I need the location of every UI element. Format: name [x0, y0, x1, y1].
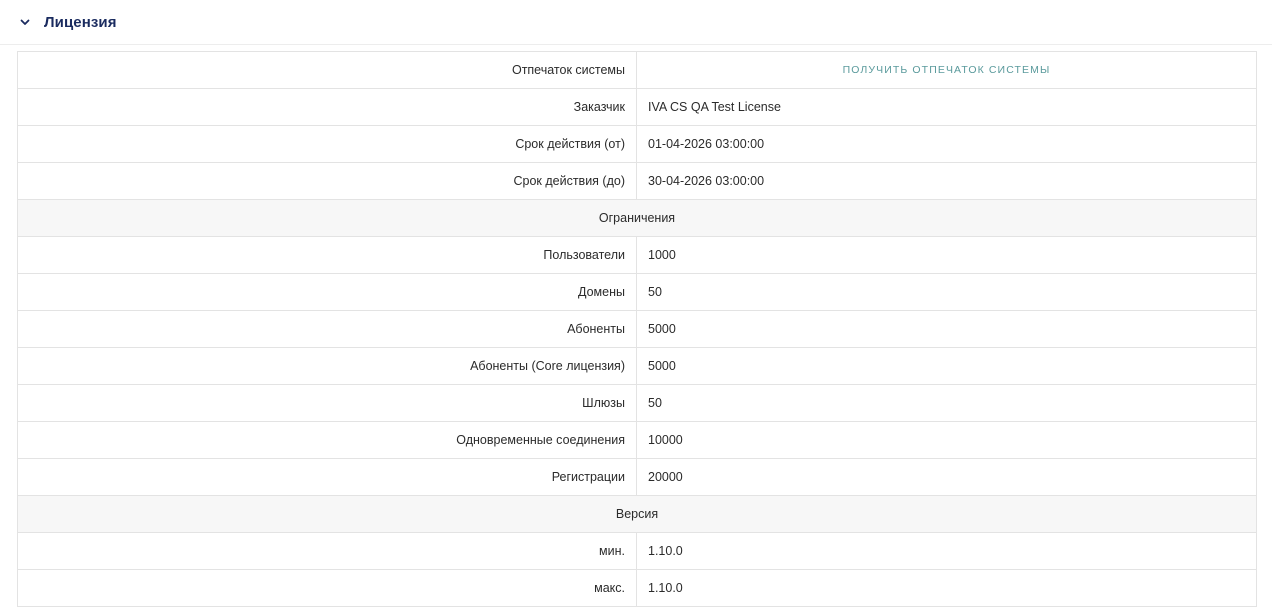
section-heading-limits: Ограничения — [598, 211, 676, 225]
table-row-domains: Домены 50 — [18, 274, 1256, 311]
row-value: IVA CS QA Test License — [648, 100, 781, 114]
row-value: 1.10.0 — [648, 581, 683, 595]
row-value: 50 — [648, 396, 662, 410]
table-row-registrations: Регистрации 20000 — [18, 459, 1256, 496]
table-row-gateways: Шлюзы 50 — [18, 385, 1256, 422]
row-value: 1.10.0 — [648, 544, 683, 558]
section-heading-version: Версия — [615, 507, 659, 521]
row-label: Абоненты — [18, 311, 637, 347]
row-label: Шлюзы — [18, 385, 637, 421]
table-row-customer: Заказчик IVA CS QA Test License — [18, 89, 1256, 126]
table-row-concurrent: Одновременные соединения 10000 — [18, 422, 1256, 459]
row-label: Абоненты (Core лицензия) — [18, 348, 637, 384]
section-row-version: Версия — [18, 496, 1256, 533]
row-value: 5000 — [648, 322, 676, 336]
license-section-header[interactable]: Лицензия — [0, 0, 1272, 45]
row-label: Одновременные соединения — [18, 422, 637, 458]
chevron-down-icon[interactable] — [19, 16, 31, 28]
row-label: Домены — [18, 274, 637, 310]
row-label: макс. — [18, 570, 637, 606]
row-label: Срок действия (до) — [18, 163, 637, 199]
table-row-valid-to: Срок действия (до) 30-04-2026 03:00:00 — [18, 163, 1256, 200]
row-value: 5000 — [648, 359, 676, 373]
row-label: Срок действия (от) — [18, 126, 637, 162]
row-value: 01-04-2026 03:00:00 — [648, 137, 765, 151]
table-row-valid-from: Срок действия (от) 01-04-2026 03:00:00 — [18, 126, 1256, 163]
row-value: 1000 — [648, 248, 676, 262]
row-label: Пользователи — [18, 237, 637, 273]
row-value: 50 — [648, 285, 662, 299]
section-title: Лицензия — [44, 14, 117, 31]
table-row-fingerprint: Отпечаток системы ПОЛУЧИТЬ ОТПЕЧАТОК СИС… — [18, 52, 1256, 89]
row-value: 10000 — [648, 433, 683, 447]
get-fingerprint-button[interactable]: ПОЛУЧИТЬ ОТПЕЧАТОК СИСТЕМЫ — [637, 52, 1256, 88]
row-value: 30-04-2026 03:00:00 — [648, 174, 765, 188]
table-row-subscribers-core: Абоненты (Core лицензия) 5000 — [18, 348, 1256, 385]
license-table: Отпечаток системы ПОЛУЧИТЬ ОТПЕЧАТОК СИС… — [17, 51, 1257, 607]
row-value: 20000 — [648, 470, 683, 484]
row-label: мин. — [18, 533, 637, 569]
table-row-users: Пользователи 1000 — [18, 237, 1256, 274]
row-label: Заказчик — [18, 89, 637, 125]
table-row-version-min: мин. 1.10.0 — [18, 533, 1256, 570]
section-row-limits: Ограничения — [18, 200, 1256, 237]
table-row-version-max: макс. 1.10.0 — [18, 570, 1256, 607]
row-label: Регистрации — [18, 459, 637, 495]
row-label: Отпечаток системы — [18, 52, 637, 88]
table-row-subscribers: Абоненты 5000 — [18, 311, 1256, 348]
